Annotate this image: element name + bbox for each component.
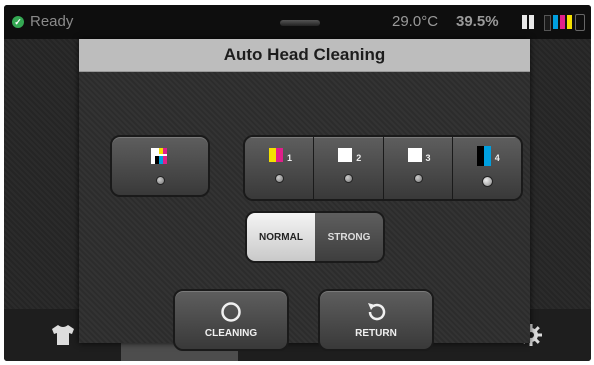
circle-icon (221, 302, 241, 322)
check-icon: ✓ (12, 15, 24, 28)
head-3-button[interactable]: 3 (383, 137, 453, 199)
ink-head-selector: 1 2 3 4 (243, 135, 523, 201)
strong-mode-button[interactable]: STRONG (315, 213, 383, 261)
head-4-button[interactable]: 4 (452, 137, 521, 199)
head-number: 3 (425, 153, 431, 163)
head-1-indicator (275, 174, 284, 183)
cleaning-label: CLEANING (204, 328, 258, 339)
all-heads-indicator (156, 176, 165, 185)
ink-level-white-2 (529, 15, 534, 29)
ink-level-cyan (553, 15, 558, 29)
head-2-button[interactable]: 2 (314, 137, 384, 199)
ink-level-black (544, 15, 551, 31)
cleaning-button[interactable]: CLEANING (173, 289, 289, 351)
white-swatch-icon (407, 148, 422, 162)
ink-level-yellow (567, 15, 572, 29)
humidity-readout: 39.5% (456, 13, 499, 30)
cleaning-mode-toggle: NORMAL STRONG (245, 211, 385, 263)
head-4-indicator (481, 176, 493, 187)
temperature-readout: 29.0°C (392, 13, 439, 30)
auto-head-cleaning-dialog: Auto Head Cleaning 1 2 3 4 NORMAL STRONG… (79, 39, 530, 351)
all-heads-button[interactable] (110, 135, 210, 197)
white-swatch-icon (338, 148, 353, 162)
return-button[interactable]: RETURN (318, 289, 434, 351)
ink-level-magenta (560, 15, 565, 29)
dialog-title-bar: Auto Head Cleaning (79, 39, 530, 72)
head-3-indicator (413, 174, 423, 183)
head-number: 1 (287, 153, 293, 163)
ready-status: ✓ Ready (12, 13, 73, 30)
return-arrow-icon (368, 303, 386, 321)
head-number: 4 (494, 153, 500, 163)
black-cyan-swatch-icon (476, 146, 491, 166)
ink-level-indicator (522, 15, 572, 31)
return-label: RETURN (355, 328, 397, 339)
status-bar: ✓ Ready 29.0°C 39.5% (4, 5, 591, 39)
normal-mode-button[interactable]: NORMAL (247, 213, 315, 261)
head-number: 2 (356, 153, 362, 163)
maintenance-tank-icon (575, 14, 585, 31)
status-text: Ready (30, 13, 74, 30)
dialog-title: Auto Head Cleaning (223, 45, 386, 64)
printer-screen: ✓ Ready 29.0°C 39.5% Auto Head Cleaning … (4, 5, 591, 361)
ink-level-white (522, 15, 527, 29)
dialog-body: 1 2 3 4 NORMAL STRONG CLEANING RETURN (79, 72, 530, 351)
pull-down-handle[interactable] (280, 20, 320, 26)
head-2-indicator (344, 174, 354, 183)
all-colors-icon (151, 148, 167, 164)
head-1-button[interactable]: 1 (245, 137, 315, 199)
yellow-magenta-swatch-icon (269, 148, 283, 162)
